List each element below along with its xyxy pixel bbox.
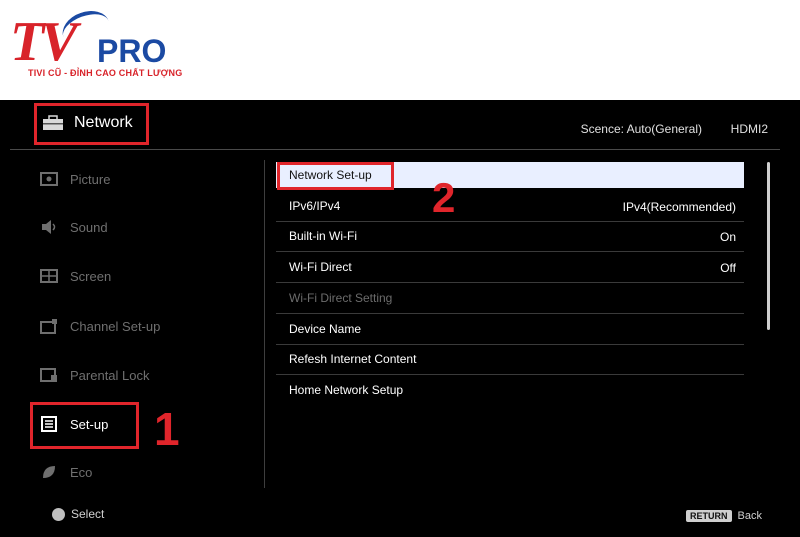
step-number-1: 1 (154, 403, 180, 455)
screen-icon (40, 269, 58, 283)
scrollbar[interactable] (767, 162, 770, 330)
highlight-box-network-setup (277, 162, 394, 190)
menu-row-refresh-internet-content[interactable]: Refesh Internet Content (276, 345, 744, 375)
menu-row-builtin-wifi[interactable]: Built-in Wi-Fi On (276, 222, 744, 252)
menu-row-home-network-setup[interactable]: Home Network Setup (276, 376, 744, 406)
sidebar-item-label: Picture (70, 171, 111, 187)
picture-icon (40, 172, 58, 186)
logo-tagline: TIVI CŨ - ĐỈNH CAO CHẤT LƯỢNG (28, 68, 183, 78)
sidebar-item-label: Channel Set-up (70, 318, 161, 334)
highlight-box-network (34, 103, 149, 145)
menu-row-value: IPv4(Recommended) (622, 200, 736, 214)
sidebar-item-label: Parental Lock (70, 367, 150, 383)
menu-divider (264, 160, 265, 488)
menu-row-label: Wi-Fi Direct Setting (289, 291, 393, 305)
menu-row-label: Device Name (289, 322, 362, 336)
lock-icon (40, 368, 57, 382)
header-divider (10, 149, 780, 150)
dpad-icon (52, 507, 65, 521)
sidebar-item-parental-lock[interactable]: Parental Lock (40, 360, 220, 390)
sidebar-item-label: Eco (70, 464, 93, 480)
sidebar-item-sound[interactable]: Sound (40, 212, 220, 242)
menu-row-label: Refesh Internet Content (289, 352, 417, 366)
menu-row-label: Wi-Fi Direct (289, 260, 352, 274)
footer-select-label: Select (71, 507, 105, 521)
tv-menu-screen: Network Scence: Auto(General) HDMI2 Pict… (0, 100, 800, 537)
menu-row-value: Off (720, 261, 736, 275)
menu-row-label: Home Network Setup (289, 383, 404, 397)
sidebar-item-channel-setup[interactable]: Channel Set-up (40, 311, 220, 341)
sidebar-item-label: Screen (70, 268, 112, 284)
footer-return-hint[interactable]: RETURN Back (686, 510, 762, 522)
step-number-2: 2 (432, 174, 456, 221)
scene-label: Scence: Auto(General) (580, 122, 702, 136)
sidebar-item-screen[interactable]: Screen (40, 261, 220, 291)
sidebar-item-eco[interactable]: Eco (40, 457, 220, 487)
highlight-box-setup (30, 402, 139, 449)
footer-select-hint: Select (52, 507, 104, 521)
brand-logo: TV PRO TIVI CŨ - ĐỈNH CAO CHẤT LƯỢNG (0, 0, 800, 100)
channel-icon (40, 319, 57, 334)
logo-pro-text: PRO (97, 33, 167, 69)
input-source-label: HDMI2 (730, 122, 768, 136)
menu-row-device-name[interactable]: Device Name (276, 315, 744, 345)
eco-icon (43, 466, 55, 478)
sidebar-item-label: Sound (70, 219, 108, 235)
sidebar-item-picture[interactable]: Picture (40, 164, 220, 194)
speaker-icon (42, 220, 56, 234)
menu-row-label: Built-in Wi-Fi (289, 229, 357, 243)
footer-back-label: Back (737, 510, 762, 522)
menu-row-ipv6-ipv4[interactable]: IPv6/IPv4 IPv4(Recommended) (276, 192, 744, 222)
menu-row-wifi-direct-setting: Wi-Fi Direct Setting (276, 284, 744, 314)
menu-row-value: On (719, 230, 736, 244)
return-key-badge: RETURN (686, 510, 732, 522)
logo-tv-text: TV (10, 11, 78, 73)
menu-row-label: IPv6/IPv4 (289, 199, 341, 213)
menu-row-wifi-direct[interactable]: Wi-Fi Direct Off (276, 253, 744, 283)
